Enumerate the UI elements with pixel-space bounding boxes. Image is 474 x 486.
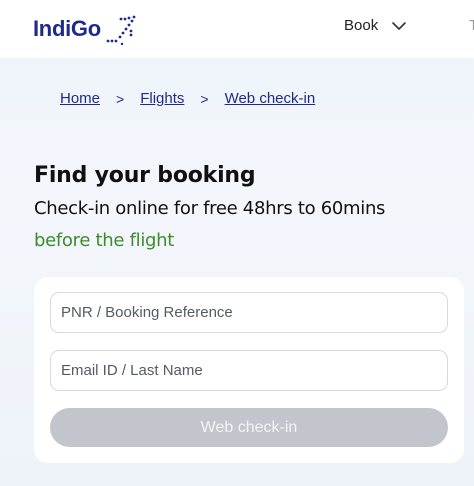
- chevron-right-icon: >: [200, 90, 209, 107]
- nav-book-label: Book: [344, 17, 379, 34]
- email-lastname-input[interactable]: [50, 350, 448, 391]
- booking-search-card: Web check-in: [34, 277, 464, 463]
- breadcrumb-flights-link[interactable]: Flights: [140, 90, 184, 107]
- page-title: Find your booking: [34, 163, 256, 188]
- chevron-right-icon: >: [116, 90, 125, 107]
- nav-book-menu[interactable]: Book: [344, 17, 407, 34]
- page-subtitle-line2: before the flight: [34, 230, 175, 251]
- plane-dots-logo-icon: [106, 15, 136, 45]
- page-subtitle-line1: Check-in online for free 48hrs to 60mins: [34, 198, 386, 219]
- breadcrumb-web-checkin-link[interactable]: Web check-in: [225, 90, 316, 107]
- chevron-down-icon: [392, 21, 407, 30]
- web-checkin-button[interactable]: Web check-in: [50, 408, 448, 447]
- breadcrumb: Home > Flights > Web check-in: [60, 90, 315, 107]
- logo-text: IndiGo: [33, 16, 101, 41]
- breadcrumb-home-link[interactable]: Home: [60, 90, 100, 107]
- pnr-input[interactable]: [50, 292, 448, 333]
- nav-next-item[interactable]: T: [469, 17, 474, 34]
- top-header: IndiGo Book T: [0, 0, 474, 58]
- indigo-logo[interactable]: IndiGo: [33, 12, 137, 46]
